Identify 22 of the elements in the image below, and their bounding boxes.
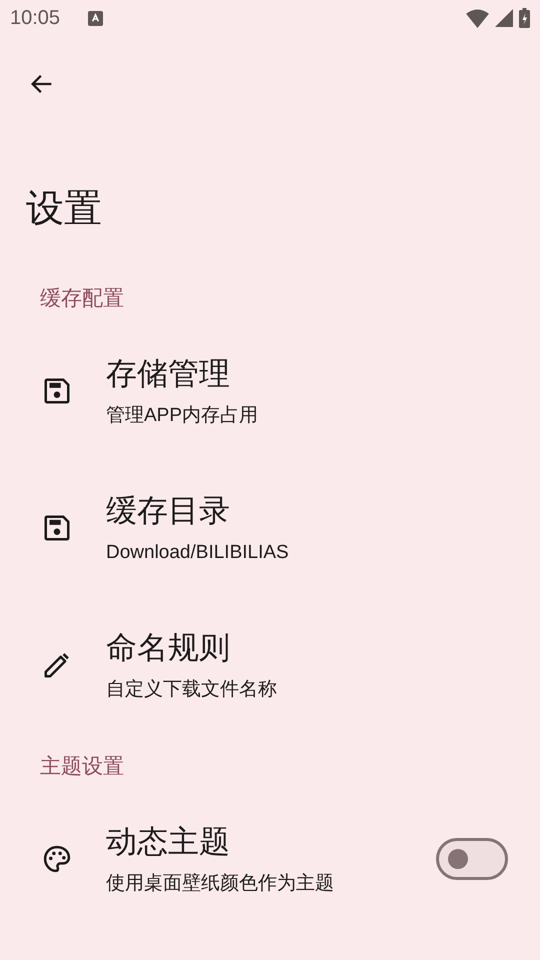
settings-item[interactable]: 缓存目录 Download/BILIBILIAS bbox=[0, 459, 540, 596]
item-subtitle: 自定义下载文件名称 bbox=[106, 678, 278, 702]
item-subtitle: Download/BILIBILIAS bbox=[106, 540, 290, 564]
page-title: 设置 bbox=[25, 185, 103, 232]
item-title: 缓存目录 bbox=[106, 492, 231, 530]
item-subtitle: 使用桌面壁纸颜色作为主题 bbox=[106, 872, 335, 896]
battery-icon bbox=[519, 8, 530, 28]
section-header: 缓存配置 bbox=[39, 285, 125, 312]
item-title: 动态主题 bbox=[106, 822, 231, 862]
settings-item[interactable]: 动态主题 使用桌面壁纸颜色作为主题 bbox=[0, 790, 540, 927]
item-title: 命名规则 bbox=[106, 628, 231, 668]
item-title: 存储管理 bbox=[106, 354, 231, 394]
keyboard-icon bbox=[88, 10, 104, 26]
wifi-icon bbox=[466, 8, 489, 28]
signal-icon bbox=[495, 9, 513, 27]
status-time: 10:05 bbox=[10, 6, 60, 30]
settings-item[interactable]: 命名规则 自定义下载文件名称 bbox=[0, 596, 540, 733]
item-subtitle: 管理APP内存占用 bbox=[106, 404, 260, 428]
palette-icon bbox=[42, 844, 72, 874]
settings-item[interactable]: 存储管理 管理APP内存占用 bbox=[0, 322, 540, 459]
section-header: 主题设置 bbox=[39, 753, 125, 780]
toggle-switch[interactable] bbox=[436, 838, 508, 880]
